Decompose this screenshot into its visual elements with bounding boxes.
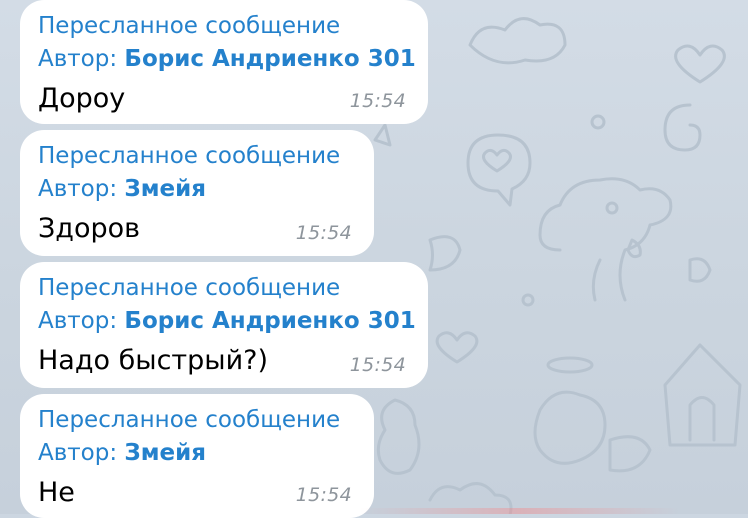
forward-label: Пересланное сообщение <box>38 143 341 169</box>
forward-author-line: Автор: Змейя <box>38 437 356 470</box>
author-prefix: Автор: <box>38 308 125 334</box>
forward-author-line: Автор: Борис Андриенко 301 <box>38 305 416 338</box>
message-list[interactable]: Пересланное сообщение Автор: Борис Андри… <box>0 0 748 518</box>
forwarded-message[interactable]: Пересланное сообщение Автор: Змейя Не 15… <box>20 394 374 518</box>
message-time: 15:54 <box>295 222 352 244</box>
author-name[interactable]: Змейя <box>124 440 206 466</box>
forwarded-message[interactable]: Пересланное сообщение Автор: Борис Андри… <box>20 262 428 388</box>
author-name[interactable]: Борис Андриенко 301 <box>124 308 415 334</box>
author-prefix: Автор: <box>38 176 125 202</box>
forwarded-message[interactable]: Пересланное сообщение Автор: Борис Андри… <box>20 0 428 124</box>
forward-author-line: Автор: Змейя <box>38 173 356 206</box>
bottom-edge-highlight <box>360 508 680 514</box>
author-name[interactable]: Борис Андриенко 301 <box>124 46 415 72</box>
forward-label: Пересланное сообщение <box>38 13 341 39</box>
message-time: 15:54 <box>349 90 406 112</box>
author-name[interactable]: Змейя <box>124 176 206 202</box>
author-prefix: Автор: <box>38 46 125 72</box>
forward-label: Пересланное сообщение <box>38 407 341 433</box>
message-time: 15:54 <box>295 484 352 506</box>
author-prefix: Автор: <box>38 440 125 466</box>
message-time: 15:54 <box>349 354 406 376</box>
forward-label: Пересланное сообщение <box>38 275 341 301</box>
forward-author-line: Автор: Борис Андриенко 301 <box>38 43 416 76</box>
forwarded-message[interactable]: Пересланное сообщение Автор: Змейя Здоро… <box>20 130 374 256</box>
